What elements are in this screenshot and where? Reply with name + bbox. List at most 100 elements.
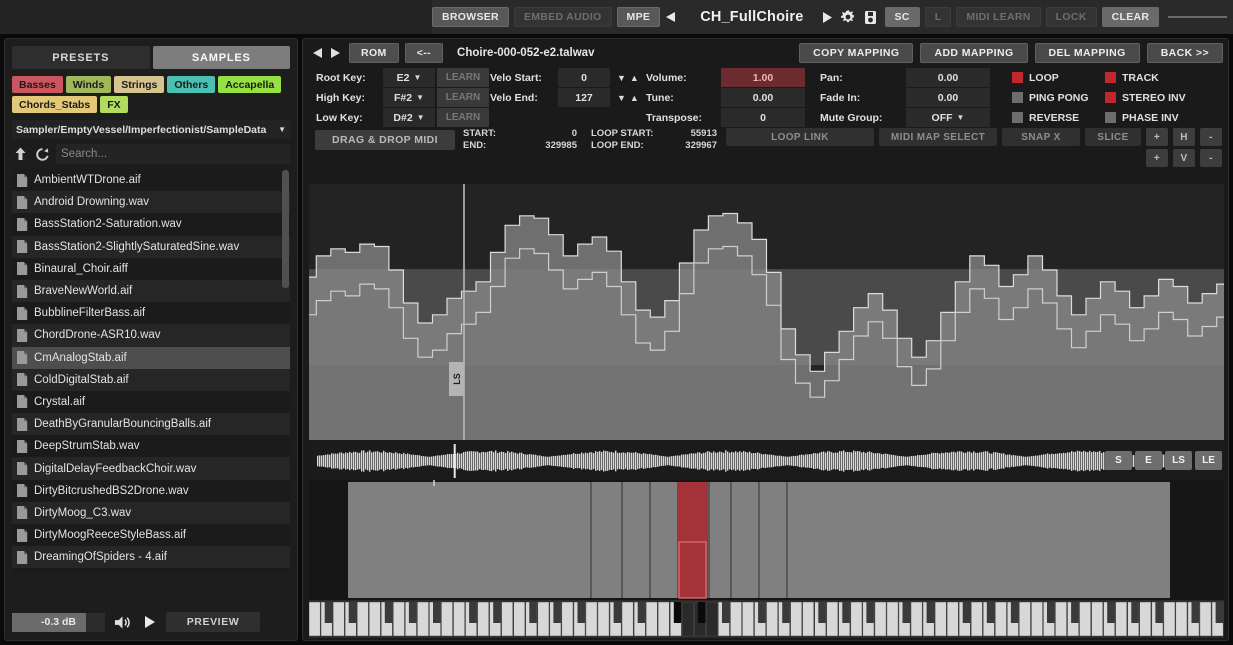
mpe-button[interactable]: MPE: [616, 7, 661, 27]
mapping-lanes[interactable]: [309, 480, 1224, 600]
file-list-scrollbar[interactable]: [282, 170, 289, 288]
waveform-overview[interactable]: S E LS LE: [309, 443, 1224, 479]
velo-start-steppers[interactable]: ▼ ▲: [617, 73, 639, 83]
next-sample-button[interactable]: [326, 43, 343, 63]
copy-mapping-button[interactable]: COPY MAPPING: [799, 43, 914, 63]
list-item[interactable]: BraveNewWorld.aif: [12, 279, 290, 303]
toggle-ping-pong[interactable]: PING PONG: [1012, 88, 1105, 107]
list-item[interactable]: DirtyMoogReeceStyleBass.aif: [12, 524, 290, 546]
rom-button[interactable]: ROM: [349, 43, 399, 63]
transpose-value[interactable]: 0: [721, 108, 805, 127]
zoom-v-minus-button[interactable]: -: [1200, 149, 1222, 167]
high-key-learn-button[interactable]: LEARN: [437, 88, 489, 107]
preview-button[interactable]: PREVIEW: [166, 612, 260, 632]
back-button[interactable]: BACK >>: [1146, 43, 1223, 63]
list-item[interactable]: BassStation2-Saturation.wav: [12, 213, 290, 235]
list-item[interactable]: DirtyBitcrushedBS2Drone.wav: [12, 480, 290, 502]
list-item[interactable]: CmAnalogStab.aif: [12, 346, 290, 369]
search-input[interactable]: Search...: [56, 144, 290, 164]
zoom-h-plus-button[interactable]: +: [1146, 128, 1168, 146]
overview-e-button[interactable]: E: [1135, 451, 1162, 470]
stepper-down-icon[interactable]: ▼: [617, 73, 626, 83]
velo-end-value[interactable]: 127: [558, 88, 610, 107]
high-key-value[interactable]: F#2 ▼: [383, 88, 435, 107]
overview-s-button[interactable]: S: [1105, 451, 1132, 470]
snap-x-button[interactable]: SNAP X: [1002, 128, 1080, 146]
floppy-disk-icon[interactable]: [863, 10, 878, 25]
gain-slider[interactable]: -0.3 dB: [12, 612, 105, 632]
tag-fx[interactable]: FX: [100, 96, 128, 113]
pan-value[interactable]: 0.00: [906, 68, 990, 87]
low-key-learn-button[interactable]: LEARN: [437, 108, 489, 127]
tag-others[interactable]: Others: [167, 76, 216, 93]
velo-start-value[interactable]: 0: [558, 68, 610, 87]
back-arrow-button[interactable]: <--: [404, 43, 444, 63]
loop-markers[interactable]: LOOP START: 55913 LOOP END: 329967: [591, 128, 717, 152]
fade-in-value[interactable]: 0.00: [906, 88, 990, 107]
del-mapping-button[interactable]: DEL MAPPING: [1034, 43, 1140, 63]
list-item[interactable]: Crystal.aif: [12, 391, 290, 413]
sc-button[interactable]: SC: [884, 7, 920, 27]
list-item[interactable]: AmbientWTDrone.aif: [12, 169, 290, 191]
list-item[interactable]: DigitalDelayFeedbackChoir.wav: [12, 457, 290, 480]
tab-samples[interactable]: SAMPLES: [152, 46, 290, 69]
clear-button[interactable]: CLEAR: [1101, 7, 1160, 27]
preview-play-icon[interactable]: [140, 613, 157, 632]
play-icon[interactable]: [820, 11, 833, 24]
toggle-stereo-inv[interactable]: STEREO INV: [1105, 88, 1205, 107]
path-selector[interactable]: Sampler/EmptyVessel/Imperfectionist/Samp…: [12, 120, 290, 139]
browser-toggle-button[interactable]: BROWSER: [432, 7, 509, 27]
sample-file-list[interactable]: AmbientWTDrone.aif Android Drowning.wav Ba…: [12, 169, 290, 573]
low-key-value[interactable]: D#2 ▼: [383, 108, 435, 127]
gear-icon[interactable]: [840, 9, 856, 25]
tag-winds[interactable]: Winds: [65, 76, 112, 93]
tag-strings[interactable]: Strings: [114, 76, 165, 93]
root-key-learn-button[interactable]: LEARN: [437, 68, 489, 87]
root-key-value[interactable]: E2 ▼: [383, 68, 435, 87]
start-end-markers[interactable]: START: 0 END: 329985: [463, 128, 577, 152]
tag-accapella[interactable]: Accapella: [218, 76, 282, 93]
slice-button[interactable]: SLICE: [1085, 128, 1141, 146]
prev-sample-button[interactable]: [309, 43, 326, 63]
list-item[interactable]: ColdDigitalStab.aif: [12, 368, 290, 391]
stepper-up-icon[interactable]: ▲: [630, 73, 639, 83]
embed-audio-button[interactable]: EMBED AUDIO: [513, 7, 612, 27]
overview-le-button[interactable]: LE: [1195, 451, 1222, 470]
tag-chords_stabs[interactable]: Chords_Stabs: [12, 96, 98, 113]
midi-learn-button[interactable]: MIDI LEARN: [956, 7, 1041, 27]
mute-group-value[interactable]: OFF ▼: [906, 108, 990, 127]
waveform-display[interactable]: LS: [309, 184, 1224, 440]
toggle-track[interactable]: TRACK: [1105, 68, 1205, 87]
loop-link-button[interactable]: LOOP LINK: [726, 128, 874, 146]
volume-value[interactable]: 1.00: [721, 68, 805, 87]
lock-button[interactable]: LOCK: [1045, 7, 1097, 27]
list-item[interactable]: DirtyMoog_C3.wav: [12, 501, 290, 524]
stepper-up-icon[interactable]: ▲: [630, 93, 639, 103]
midi-map-select-button[interactable]: MIDI MAP SELECT: [879, 128, 997, 146]
loop-start-marker[interactable]: LS: [449, 362, 465, 396]
add-mapping-button[interactable]: ADD MAPPING: [920, 43, 1028, 63]
drag-drop-midi-button[interactable]: DRAG & DROP MIDI: [315, 130, 455, 150]
zoom-v-label[interactable]: V: [1173, 149, 1195, 167]
list-item[interactable]: DreamingOfSpiders - 4.aif: [12, 546, 290, 569]
stepper-down-icon[interactable]: ▼: [617, 93, 626, 103]
tab-presets[interactable]: PRESETS: [12, 46, 150, 69]
arrow-up-icon[interactable]: [12, 145, 29, 164]
list-item[interactable]: DeepStrumStab.wav: [12, 435, 290, 457]
zoom-v-plus-button[interactable]: +: [1146, 149, 1168, 167]
list-item[interactable]: Binaural_Choir.aiff: [12, 258, 290, 280]
speaker-icon[interactable]: [114, 613, 131, 632]
toggle-loop[interactable]: LOOP: [1012, 68, 1105, 87]
zoom-h-label[interactable]: H: [1173, 128, 1195, 146]
piano-keyboard[interactable]: [308, 600, 1224, 638]
overview-ls-button[interactable]: LS: [1165, 451, 1192, 470]
l-button[interactable]: L: [924, 7, 952, 27]
list-item[interactable]: ChordDrone-ASR10.wav: [12, 324, 290, 347]
tune-value[interactable]: 0.00: [721, 88, 805, 107]
left-triangle-icon[interactable]: [665, 11, 677, 23]
list-item[interactable]: DeathByGranularBouncingBalls.aif: [12, 413, 290, 436]
toggle-reverse[interactable]: REVERSE: [1012, 108, 1105, 127]
zoom-h-minus-button[interactable]: -: [1200, 128, 1222, 146]
toggle-phase-inv[interactable]: PHASE INV: [1105, 108, 1205, 127]
list-item[interactable]: BubblineFilterBass.aif: [12, 302, 290, 324]
